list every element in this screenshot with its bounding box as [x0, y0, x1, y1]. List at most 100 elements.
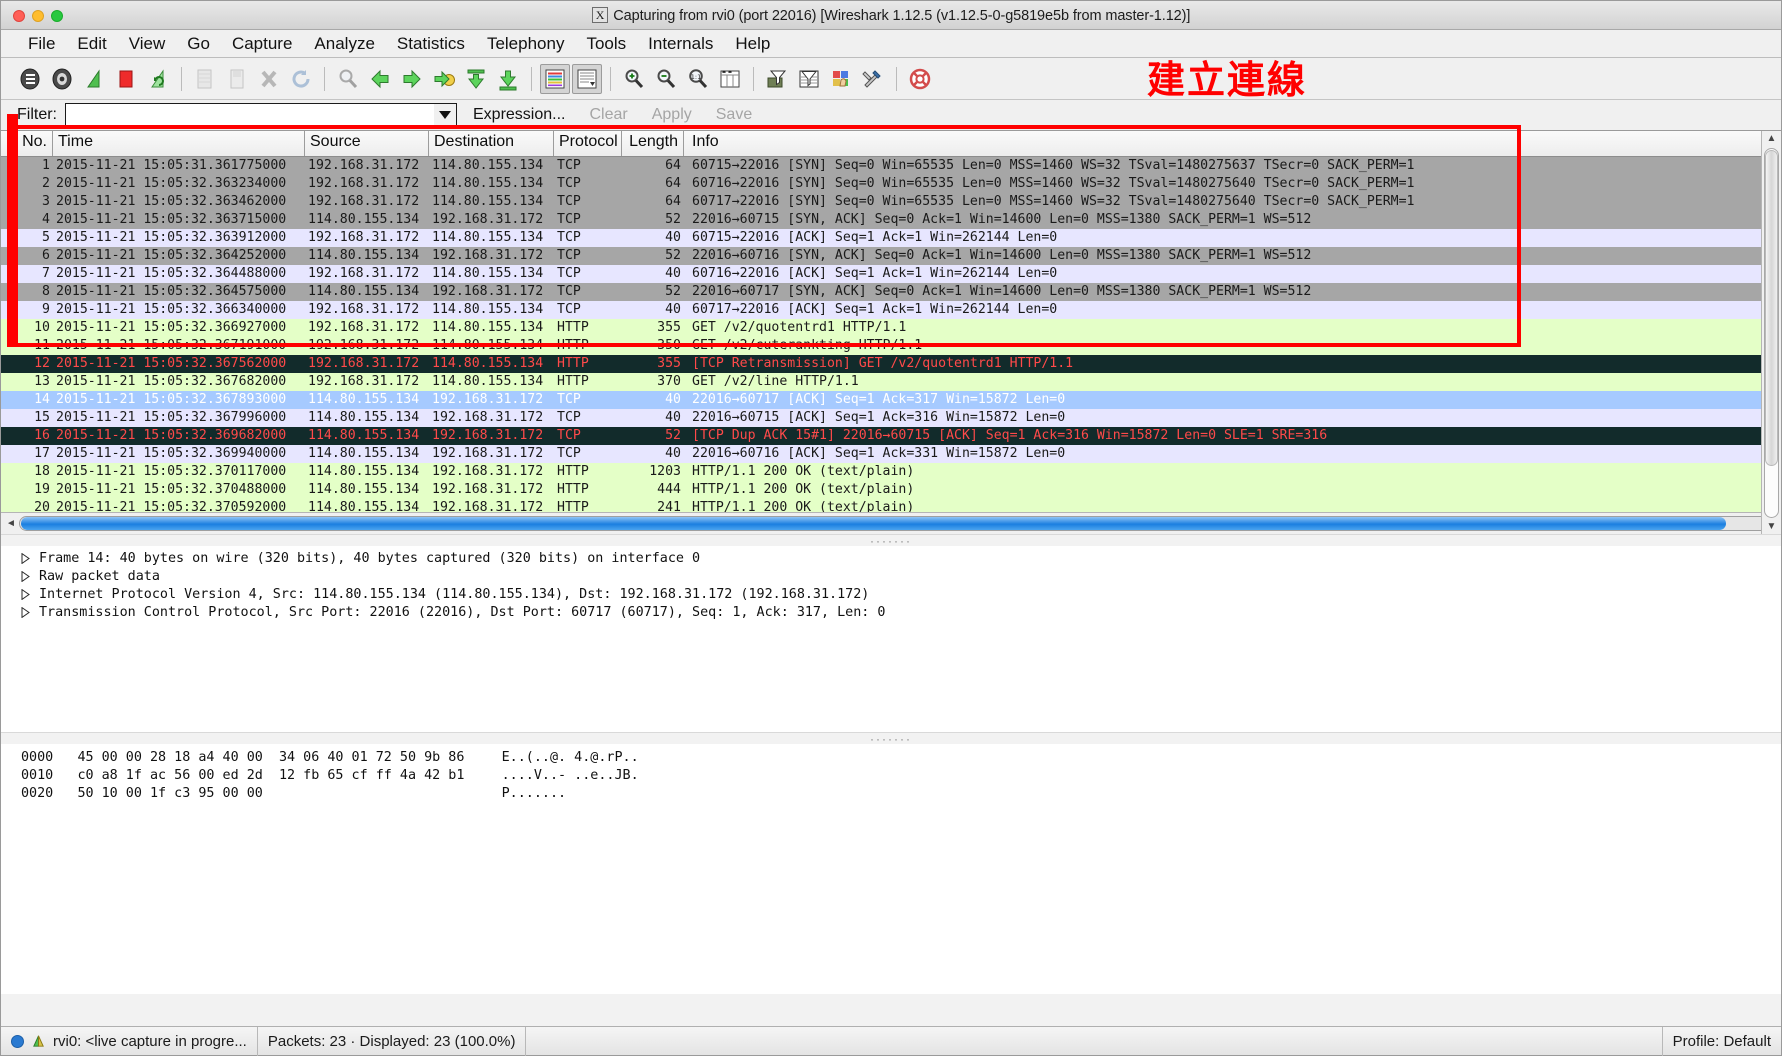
go-last-packet-icon[interactable] [493, 64, 523, 94]
expand-triangle-icon[interactable] [21, 607, 30, 618]
menu-statistics[interactable]: Statistics [386, 32, 476, 56]
menu-analyze[interactable]: Analyze [303, 32, 385, 56]
table-row[interactable]: 10 2015-11-21 15:05:32.366927000 192.168.3… [1, 319, 1781, 337]
table-row[interactable]: 19 2015-11-21 15:05:32.370488000 114.80.15… [1, 481, 1781, 499]
autoscroll-icon[interactable] [572, 63, 602, 94]
capture-file-properties-icon[interactable] [31, 1034, 46, 1049]
zoom-reset-icon[interactable]: 1:1 [683, 64, 713, 94]
menu-tools[interactable]: Tools [575, 32, 637, 56]
table-row[interactable]: 16 2015-11-21 15:05:32.369682000 114.80.15… [1, 427, 1781, 445]
vscroll-track[interactable] [1764, 148, 1779, 518]
zoom-window-button[interactable] [51, 10, 63, 22]
table-row[interactable]: 12 2015-11-21 15:05:32.367562000 192.168.3… [1, 355, 1781, 373]
packet-rows[interactable]: 1 2015-11-21 15:05:31.361775000 192.168.31… [1, 157, 1781, 512]
table-row[interactable]: 11 2015-11-21 15:05:32.367191000 192.168.3… [1, 337, 1781, 355]
menu-help[interactable]: Help [724, 32, 781, 56]
packet-list-vscrollbar[interactable]: ▲ ▼ [1761, 131, 1781, 534]
filter-history-dropdown-icon[interactable] [434, 103, 456, 127]
column-header-info[interactable]: Info [684, 131, 1781, 156]
table-row[interactable]: 6 2015-11-21 15:05:32.364252000 114.80.155… [1, 247, 1781, 265]
table-row[interactable]: 13 2015-11-21 15:05:32.367682000 192.168.3… [1, 373, 1781, 391]
hex-dump-line[interactable]: 0000 45 00 00 28 18 a4 40 00 34 06 40 01… [1, 749, 1781, 767]
detail-tree-item[interactable]: Frame 14: 40 bytes on wire (320 bits), 4… [1, 550, 1781, 568]
filter-input[interactable] [66, 103, 434, 127]
hex-dump-line[interactable]: 0020 50 10 00 1f c3 95 00 00 P....... [1, 785, 1781, 803]
window-controls[interactable] [13, 10, 63, 22]
table-row[interactable]: 4 2015-11-21 15:05:32.363715000 114.80.155… [1, 211, 1781, 229]
detail-tree-item[interactable]: Internet Protocol Version 4, Src: 114.80… [1, 586, 1781, 604]
display-filters-icon[interactable] [794, 64, 824, 94]
table-row[interactable]: 15 2015-11-21 15:05:32.367996000 114.80.15… [1, 409, 1781, 427]
profile-cell[interactable]: Profile: Default [1661, 1026, 1781, 1056]
go-first-packet-icon[interactable] [461, 64, 491, 94]
hscroll-thumb[interactable] [21, 517, 1727, 530]
table-row[interactable]: 20 2015-11-21 15:05:32.370592000 114.80.15… [1, 499, 1781, 512]
restart-capture-icon[interactable] [143, 64, 173, 94]
table-row[interactable]: 1 2015-11-21 15:05:31.361775000 192.168.31… [1, 157, 1781, 175]
vscroll-thumb[interactable] [1765, 150, 1778, 467]
column-header-destination[interactable]: Destination [429, 131, 554, 156]
menu-edit[interactable]: Edit [66, 32, 117, 56]
go-to-packet-icon[interactable] [429, 64, 459, 94]
apply-filter-button[interactable]: Apply [644, 106, 700, 124]
scroll-down-icon[interactable]: ▼ [1767, 519, 1777, 534]
coloring-rules-icon[interactable] [826, 64, 856, 94]
menu-telephony[interactable]: Telephony [476, 32, 576, 56]
table-row[interactable]: 2 2015-11-21 15:05:32.363234000 192.168.31… [1, 175, 1781, 193]
resize-columns-icon[interactable] [715, 64, 745, 94]
start-capture-icon[interactable] [79, 64, 109, 94]
scroll-up-icon[interactable]: ▲ [1767, 131, 1777, 147]
packet-bytes-pane[interactable]: 0000 45 00 00 28 18 a4 40 00 34 06 40 01… [1, 744, 1781, 994]
close-file-icon[interactable] [254, 64, 284, 94]
preferences-icon[interactable] [858, 64, 888, 94]
scroll-left-icon[interactable]: ◄ [3, 518, 19, 529]
table-row[interactable]: 7 2015-11-21 15:05:32.364488000 192.168.31… [1, 265, 1781, 283]
zoom-in-icon[interactable] [619, 64, 649, 94]
go-forward-icon[interactable] [397, 64, 427, 94]
menu-capture[interactable]: Capture [221, 32, 303, 56]
close-window-button[interactable] [13, 10, 25, 22]
table-row[interactable]: 18 2015-11-21 15:05:32.370117000 114.80.15… [1, 463, 1781, 481]
reload-file-icon[interactable] [286, 64, 316, 94]
splitter-detail-bytes[interactable]: ······· [1, 732, 1781, 746]
menu-internals[interactable]: Internals [637, 32, 724, 56]
table-row[interactable]: 9 2015-11-21 15:05:32.366340000 192.168.31… [1, 301, 1781, 319]
column-header-protocol[interactable]: Protocol [554, 131, 622, 156]
table-row[interactable]: 5 2015-11-21 15:05:32.363912000 192.168.31… [1, 229, 1781, 247]
detail-tree-item[interactable]: Raw packet data [1, 568, 1781, 586]
save-filter-button[interactable]: Save [708, 106, 760, 124]
expression-button[interactable]: Expression... [465, 106, 573, 124]
splitter-list-detail[interactable]: ······· [1, 534, 1781, 548]
table-row[interactable]: 3 2015-11-21 15:05:32.363462000 192.168.31… [1, 193, 1781, 211]
save-file-icon[interactable] [222, 64, 252, 94]
stop-capture-icon[interactable] [111, 64, 141, 94]
hscroll-track[interactable] [19, 516, 1779, 531]
interfaces-icon[interactable] [15, 64, 45, 94]
column-header-length[interactable]: Length [622, 131, 684, 156]
open-file-icon[interactable] [190, 64, 220, 94]
minimize-window-button[interactable] [32, 10, 44, 22]
column-header-time[interactable]: Time [53, 131, 305, 156]
detail-tree-item[interactable]: Transmission Control Protocol, Src Port:… [1, 604, 1781, 622]
go-back-icon[interactable] [365, 64, 395, 94]
find-packet-icon[interactable] [333, 64, 363, 94]
clear-filter-button[interactable]: Clear [581, 106, 635, 124]
expand-triangle-icon[interactable] [21, 553, 30, 564]
expand-triangle-icon[interactable] [21, 589, 30, 600]
expand-triangle-icon[interactable] [21, 571, 30, 582]
packet-details-pane[interactable]: Frame 14: 40 bytes on wire (320 bits), 4… [1, 546, 1781, 732]
capture-filters-icon[interactable] [762, 64, 792, 94]
capture-status-cell[interactable]: rvi0: <live capture in progre... [1, 1026, 258, 1056]
packet-list-hscrollbar[interactable]: ◄ [1, 512, 1781, 534]
menu-view[interactable]: View [118, 32, 177, 56]
filter-input-wrapper[interactable] [65, 102, 457, 128]
column-header-source[interactable]: Source [305, 131, 429, 156]
capture-options-icon[interactable] [47, 64, 77, 94]
hex-dump-line[interactable]: 0010 c0 a8 1f ac 56 00 ed 2d 12 fb 65 cf… [1, 767, 1781, 785]
colorize-icon[interactable] [540, 63, 570, 94]
help-icon[interactable] [905, 64, 935, 94]
expert-info-icon[interactable] [11, 1034, 24, 1048]
table-row[interactable]: 8 2015-11-21 15:05:32.364575000 114.80.155… [1, 283, 1781, 301]
table-row[interactable]: 17 2015-11-21 15:05:32.369940000 114.80.15… [1, 445, 1781, 463]
zoom-out-icon[interactable] [651, 64, 681, 94]
